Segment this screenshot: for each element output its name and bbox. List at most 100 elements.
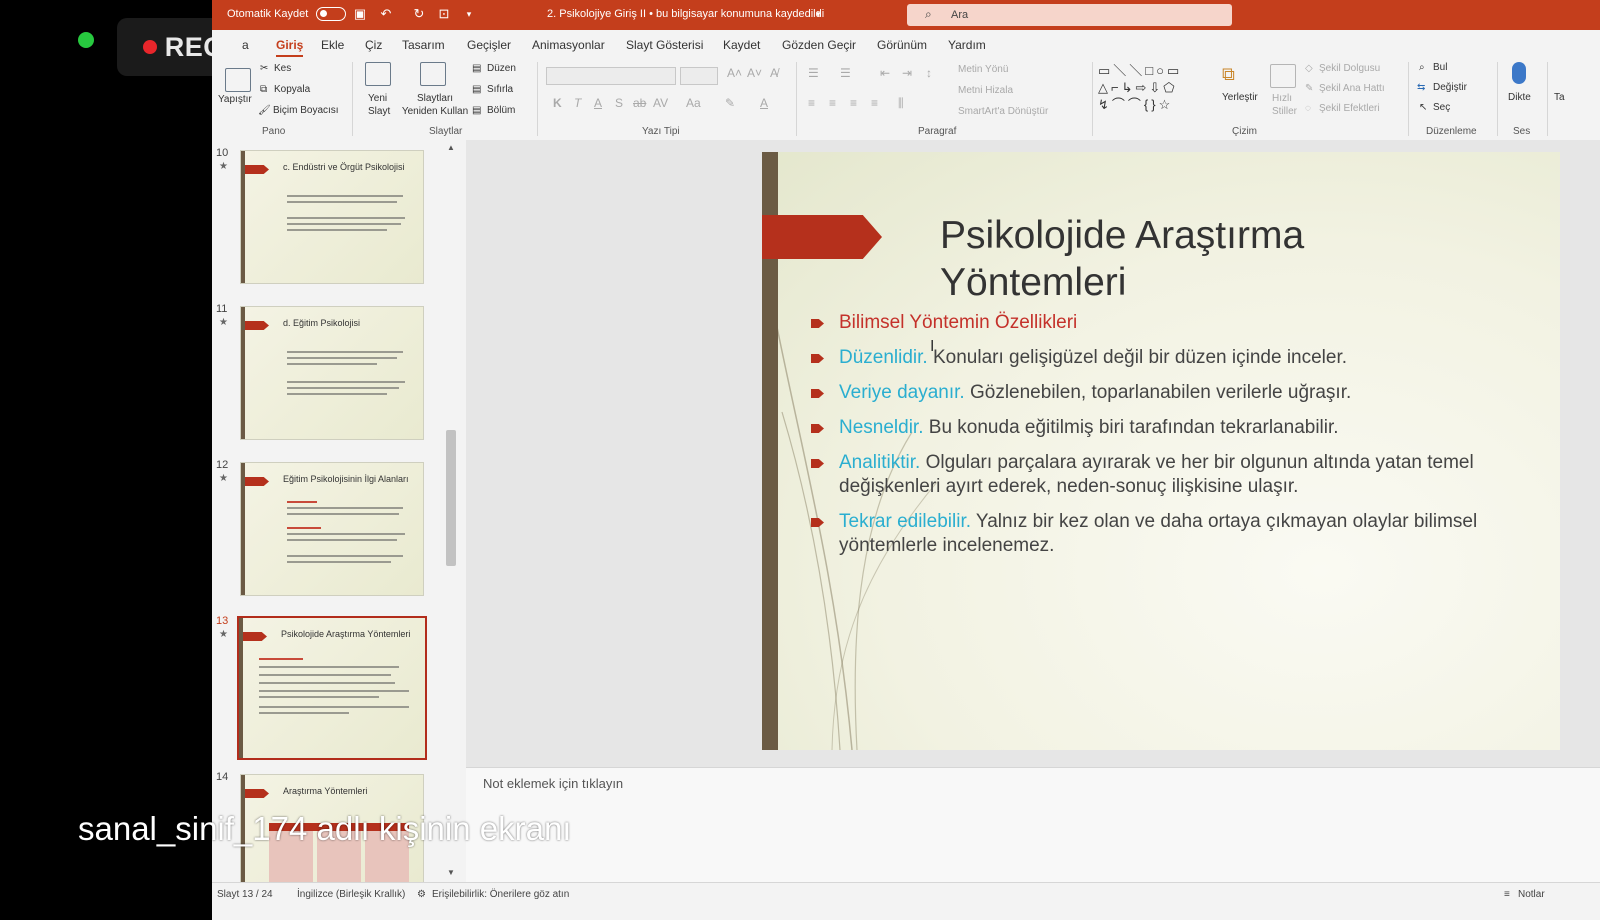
strikethrough-icon[interactable]: ab xyxy=(633,96,646,110)
shape-effects-button[interactable]: Şekil Efektleri xyxy=(1319,103,1380,114)
select-icon[interactable]: ↖ xyxy=(1419,102,1427,113)
present-icon[interactable]: ⊡ xyxy=(437,7,451,21)
reuse-slides-button[interactable]: Slaytları Yeniden Kullan xyxy=(400,92,470,118)
accessibility-icon[interactable]: ⚙ xyxy=(417,889,426,900)
scroll-down-icon[interactable]: ▼ xyxy=(444,868,458,877)
smartart-button[interactable]: SmartArt'a Dönüştür xyxy=(958,106,1048,117)
slide-bullet[interactable]: Nesneldir. Bu konuda eğitilmiş biri tara… xyxy=(811,416,1519,440)
current-slide[interactable]: Psikolojide Araştırma Yöntemleri Bilimse… xyxy=(762,152,1560,750)
clear-format-icon[interactable]: A̸ xyxy=(770,66,778,80)
align-left-icon[interactable]: ≡ xyxy=(808,96,815,110)
slide-bullet[interactable]: Tekrar edilebilir. Yalnız bir kez olan v… xyxy=(811,510,1519,558)
tab-view[interactable]: Görünüm xyxy=(877,38,927,52)
tab-help[interactable]: Yardım xyxy=(948,38,986,52)
notes-placeholder[interactable]: Not eklemek için tıklayın xyxy=(483,776,623,791)
cut-button[interactable]: Kes xyxy=(274,63,291,74)
thumbnails-scrollbar[interactable]: ▲ ▼ xyxy=(444,140,458,882)
slide-title[interactable]: Psikolojide Araştırma Yöntemleri xyxy=(940,212,1500,306)
reuse-slides-icon[interactable] xyxy=(420,62,446,86)
redo-icon[interactable]: ↻ xyxy=(412,7,426,21)
search-box[interactable]: ⌕ Ara xyxy=(907,4,1232,26)
bullets-icon[interactable]: ☰ xyxy=(808,66,819,80)
section-button[interactable]: Bölüm xyxy=(487,105,515,116)
find-icon[interactable]: ⌕ xyxy=(1419,62,1425,73)
accessibility-status[interactable]: Erişilebilirlik: Önerilere göz atın xyxy=(432,889,569,900)
slide-bullet[interactable]: Analitiktir. Olguları parçalara ayırarak… xyxy=(811,451,1519,499)
chevron-down-icon[interactable]: ▾ xyxy=(816,9,821,20)
dictate-button[interactable]: Dikte xyxy=(1508,92,1531,103)
shape-outline-button[interactable]: Şekil Ana Hattı xyxy=(1319,83,1385,94)
shape-fill-button[interactable]: Şekil Dolgusu xyxy=(1319,63,1380,74)
slide-bullet[interactable]: Düzenlidir. Konuları gelişigüzel değil b… xyxy=(811,346,1519,370)
find-button[interactable]: Bul xyxy=(1433,62,1447,73)
tab-home[interactable]: Giriş xyxy=(276,38,304,57)
reset-button[interactable]: Sıfırla xyxy=(487,84,513,95)
slide-thumbnail[interactable]: c. Endüstri ve Örgüt Psikolojisi xyxy=(240,150,424,284)
increase-indent-icon[interactable]: ⇥ xyxy=(902,66,912,80)
autosave-toggle[interactable] xyxy=(316,7,346,21)
tab-record[interactable]: Kaydet xyxy=(723,38,760,52)
save-icon[interactable]: ▣ xyxy=(353,7,367,21)
replace-button[interactable]: Değiştir xyxy=(1433,82,1467,93)
select-button[interactable]: Seç xyxy=(1433,102,1450,113)
slide-thumbnail-selected[interactable]: Psikolojide Araştırma Yöntemleri xyxy=(237,616,427,760)
new-slide-icon[interactable] xyxy=(365,62,391,86)
bold-icon[interactable]: K xyxy=(553,96,562,110)
scissors-icon[interactable]: ✂ xyxy=(260,63,268,74)
language-indicator[interactable]: İngilizce (Birleşik Krallık) xyxy=(297,889,405,900)
slide-bullet[interactable]: Bilimsel Yöntemin Özellikleri xyxy=(811,311,1519,335)
text-direction-button[interactable]: Metin Yönü xyxy=(958,64,1008,75)
tab-transitions[interactable]: Geçişler xyxy=(467,38,511,52)
document-title[interactable]: 2. Psikolojiye Giriş II • bu bilgisayar … xyxy=(547,8,824,20)
decrease-indent-icon[interactable]: ⇤ xyxy=(880,66,890,80)
tab-draw[interactable]: Çiz xyxy=(365,38,382,52)
shapes-gallery[interactable]: ▭＼＼□○▭ △⌐↳⇨⇩⬠ ↯⌒⌒{}☆ xyxy=(1098,62,1216,116)
quick-styles-button[interactable]: Hızlı Stiller xyxy=(1272,92,1302,118)
tab-design[interactable]: Tasarım xyxy=(402,38,445,52)
slide-thumbnail[interactable]: d. Eğitim Psikolojisi xyxy=(240,306,424,440)
shape-fill-icon[interactable]: ◇ xyxy=(1305,63,1313,74)
paste-button[interactable]: Yapıştır xyxy=(218,94,252,105)
underline-icon[interactable]: A xyxy=(594,96,602,110)
shape-outline-icon[interactable]: ✎ xyxy=(1305,83,1313,94)
copy-icon[interactable]: ⧉ xyxy=(260,84,267,95)
arrange-button[interactable]: Yerleştir xyxy=(1222,92,1258,103)
customize-qat-icon[interactable]: ▾ xyxy=(462,7,476,21)
font-name-box[interactable] xyxy=(546,67,676,85)
slide-thumbnail[interactable]: Eğitim Psikolojisinin İlgi Alanları xyxy=(240,462,424,596)
tab-file-partial[interactable]: a xyxy=(242,38,249,52)
extra-group-label-partial[interactable]: Ta xyxy=(1554,92,1565,103)
notes-pane[interactable]: Not eklemek için tıklayın xyxy=(466,767,1600,883)
microphone-icon[interactable] xyxy=(1512,62,1526,84)
format-painter-icon[interactable]: 🖌 xyxy=(258,105,271,116)
align-center-icon[interactable]: ≡ xyxy=(829,96,836,110)
font-color-icon[interactable]: A xyxy=(760,96,768,110)
font-size-box[interactable] xyxy=(680,67,718,85)
quick-styles-icon[interactable] xyxy=(1270,64,1296,88)
arrange-icon[interactable]: ⧉ xyxy=(1222,64,1235,85)
shape-effects-icon[interactable]: ◌ xyxy=(1305,103,1311,114)
grow-font-icon[interactable]: A˄ xyxy=(727,66,742,80)
line-spacing-icon[interactable]: ↕ xyxy=(926,66,932,80)
slide-bullet[interactable]: Veriye dayanır. Gözlenebilen, toparlanab… xyxy=(811,381,1519,405)
italic-icon[interactable]: T xyxy=(574,96,581,110)
numbering-icon[interactable]: ☰ xyxy=(840,66,851,80)
shadow-icon[interactable]: S xyxy=(615,96,623,110)
reset-icon[interactable]: ▤ xyxy=(472,84,481,95)
change-case-icon[interactable]: Aa xyxy=(686,96,701,110)
copy-button[interactable]: Kopyala xyxy=(274,84,310,95)
tab-animations[interactable]: Animasyonlar xyxy=(532,38,605,52)
tab-insert[interactable]: Ekle xyxy=(321,38,344,52)
layout-button[interactable]: Düzen xyxy=(487,63,516,74)
replace-icon[interactable]: ⇆ xyxy=(1417,82,1425,93)
section-icon[interactable]: ▤ xyxy=(472,105,481,116)
justify-icon[interactable]: ≡ xyxy=(871,96,878,110)
notes-button[interactable]: Notlar xyxy=(1518,889,1545,900)
scroll-up-icon[interactable]: ▲ xyxy=(444,143,458,152)
layout-icon[interactable]: ▤ xyxy=(472,63,481,74)
tab-review[interactable]: Gözden Geçir xyxy=(782,38,856,52)
align-text-button[interactable]: Metni Hizala xyxy=(958,85,1013,96)
tab-slideshow[interactable]: Slayt Gösterisi xyxy=(626,38,703,52)
columns-icon[interactable]: ⫼ xyxy=(898,96,904,111)
char-spacing-icon[interactable]: AV xyxy=(653,96,668,110)
